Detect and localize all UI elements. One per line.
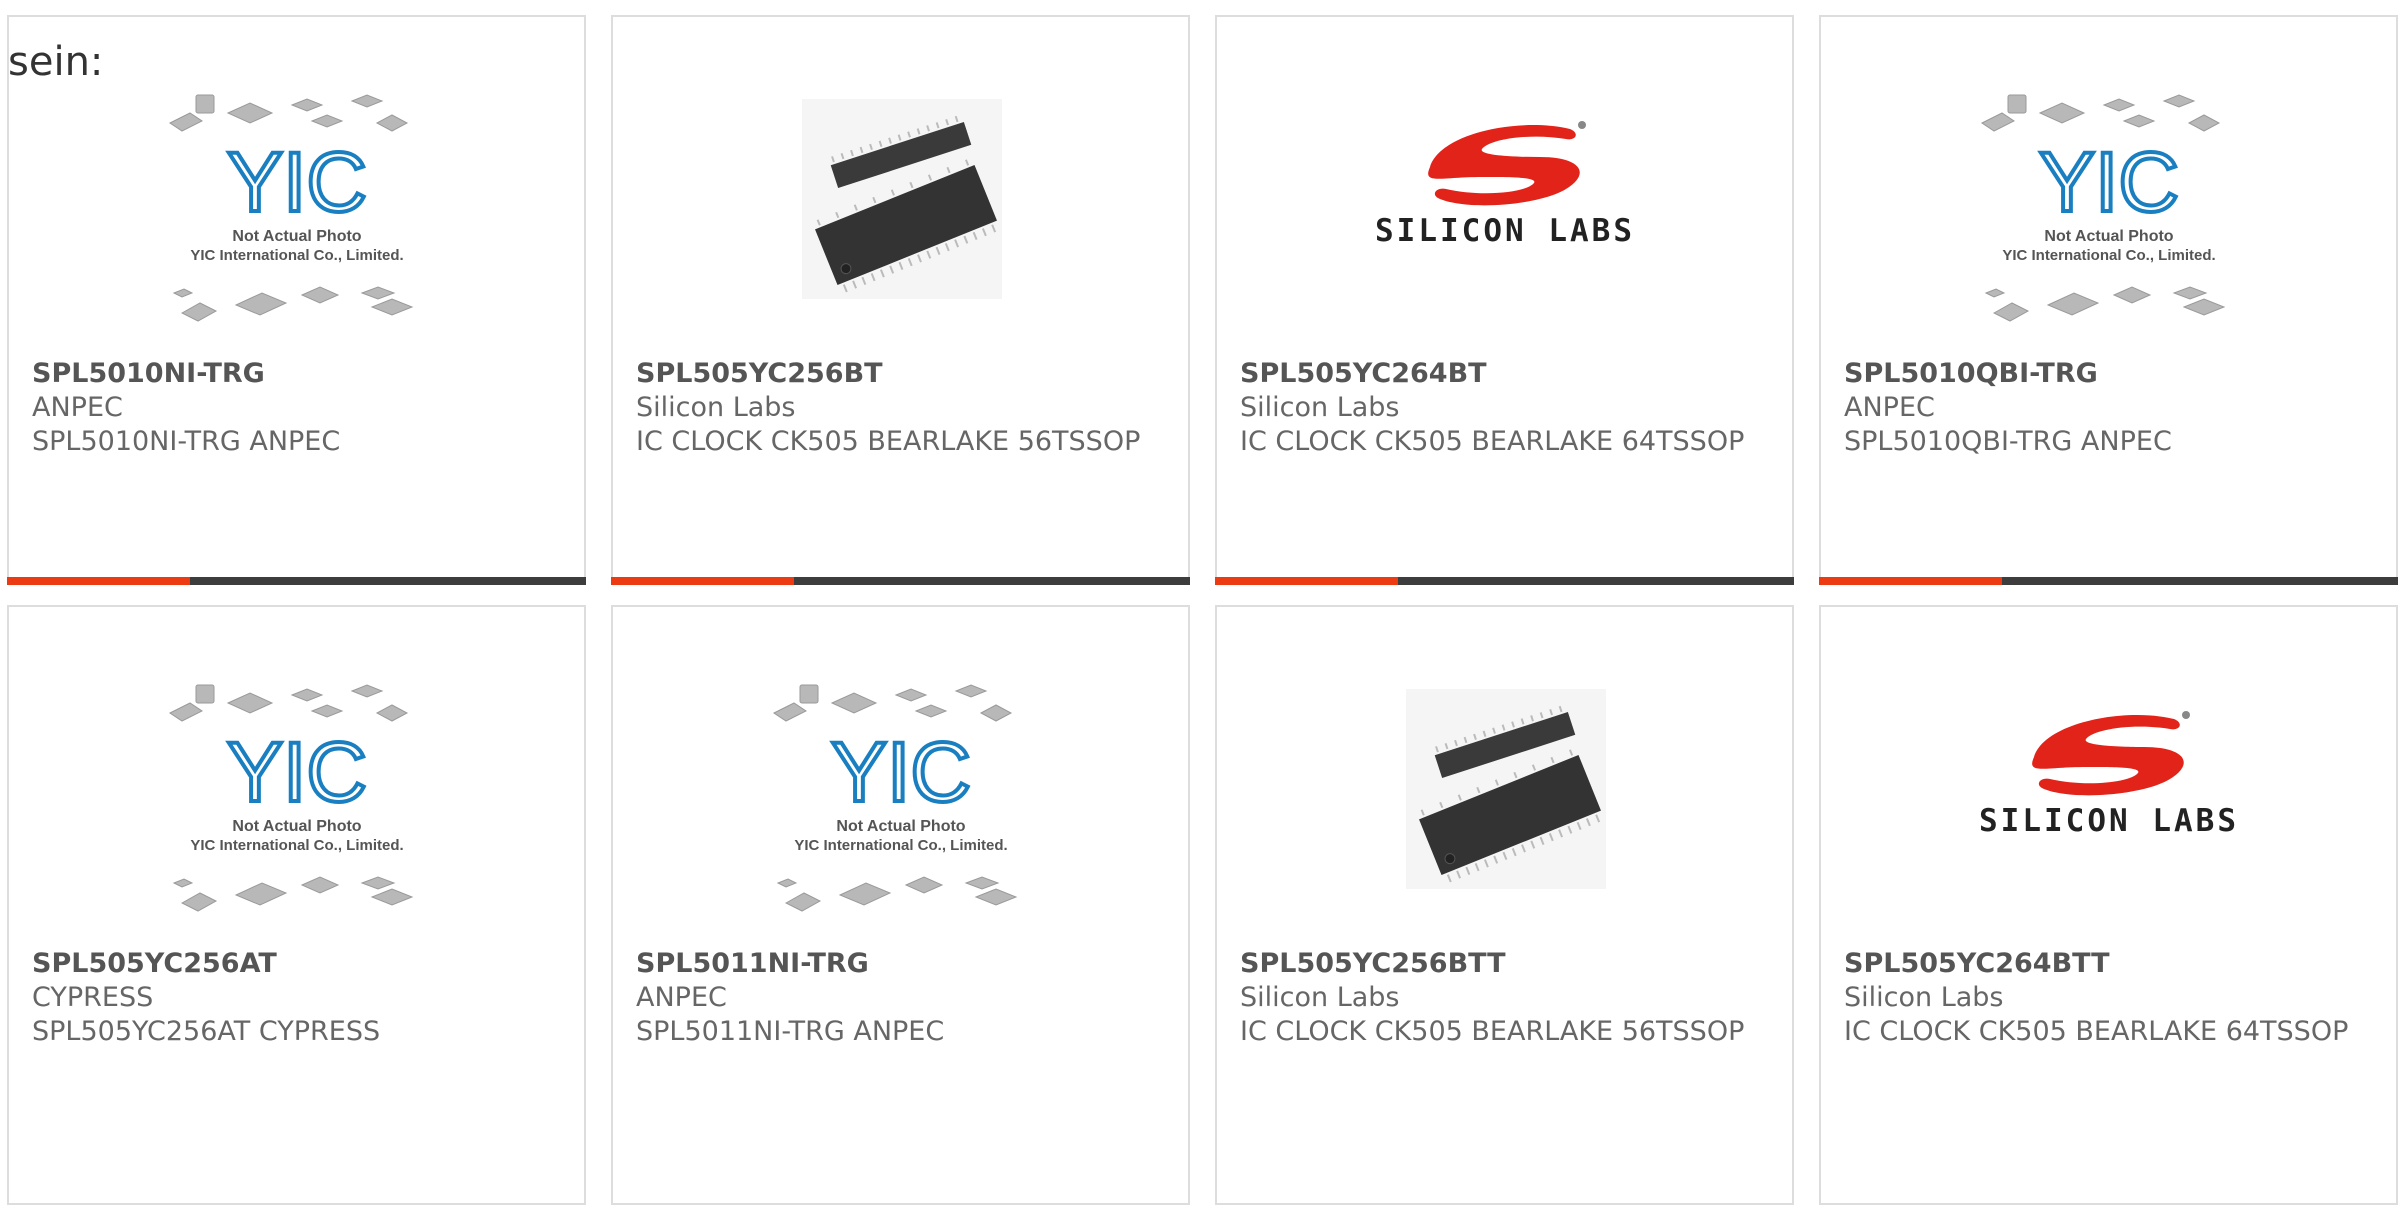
card-accent-bar [611, 577, 794, 585]
yic-company-text: YIC International Co., Limited. [2002, 247, 2215, 264]
yic-logo-text: YIC [2038, 135, 2178, 229]
yic-logo-text: YIC [830, 725, 970, 819]
card-bottom-bar [1215, 577, 1794, 585]
product-description: IC CLOCK CK505 BEARLAKE 64TSSOP [1240, 426, 1745, 457]
product-info: SPL5010NI-TRG ANPEC SPL5010NI-TRG ANPEC [32, 357, 564, 459]
product-description: SPL505YC256AT CYPRESS [32, 1016, 381, 1047]
product-manufacturer: ANPEC [636, 982, 727, 1013]
yic-company-text: YIC International Co., Limited. [190, 837, 403, 854]
tssop-chip-photo [1405, 689, 1606, 889]
product-description: SPL5011NI-TRG ANPEC [636, 1016, 945, 1047]
card-bottom-bar [7, 577, 586, 585]
silicon-labs-wordmark: SILICON LABS [1979, 803, 2239, 839]
product-part-number[interactable]: SPL505YC256BTT [1240, 947, 1772, 981]
card-bottom-bar [611, 577, 1190, 585]
yic-company-text: YIC International Co., Limited. [190, 247, 403, 264]
product-info: SPL505YC256BTT Silicon Labs IC CLOCK CK505… [1240, 947, 1772, 1049]
yic-placeholder-image: YIC Not Actual Photo YIC International C… [772, 684, 1017, 912]
product-description: SPL5010NI-TRG ANPEC [32, 426, 341, 457]
product-info: SPL5010QBI-TRG ANPEC SPL5010QBI-TRG ANPEC [1844, 357, 2376, 459]
not-actual-photo-text: Not Actual Photo [836, 818, 965, 835]
product-card[interactable]: SILICON LABS SPL505YC264BTT Silicon Labs I… [1819, 605, 2398, 1205]
silicon-labs-logo: SILICON LABS [1979, 711, 2239, 839]
not-actual-photo-text: Not Actual Photo [232, 818, 361, 835]
product-info: SPL505YC256AT CYPRESS SPL505YC256AT CYPRES… [32, 947, 564, 1049]
silicon-labs-logo: SILICON LABS [1375, 121, 1635, 249]
product-manufacturer: Silicon Labs [1240, 982, 1400, 1013]
not-actual-photo-text: Not Actual Photo [232, 228, 361, 245]
tssop-chip-photo [801, 99, 1002, 299]
product-part-number[interactable]: SPL5010NI-TRG [32, 357, 564, 391]
product-part-number[interactable]: SPL505YC256BT [636, 357, 1168, 391]
product-part-number[interactable]: SPL5010QBI-TRG [1844, 357, 2376, 391]
intro-text: sein: [8, 39, 104, 85]
yic-logo-text: YIC [226, 725, 366, 819]
product-part-number[interactable]: SPL505YC256AT [32, 947, 564, 981]
yic-placeholder-image: YIC Not Actual Photo YIC International C… [168, 684, 413, 912]
product-card[interactable]: YIC Not Actual Photo YIC International C… [611, 605, 1190, 1205]
product-manufacturer: Silicon Labs [1240, 392, 1400, 423]
product-card[interactable]: SPL505YC256BTT Silicon Labs IC CLOCK CK505… [1215, 605, 1794, 1205]
product-card[interactable]: YIC Not Actual Photo YIC International C… [7, 15, 586, 585]
product-part-number[interactable]: SPL5011NI-TRG [636, 947, 1168, 981]
yic-placeholder-image: YIC Not Actual Photo YIC International C… [1980, 94, 2225, 322]
card-accent-bar [1819, 577, 2002, 585]
product-manufacturer: CYPRESS [32, 982, 154, 1013]
product-card[interactable]: YIC Not Actual Photo YIC International C… [1819, 15, 2398, 585]
product-info: SPL505YC264BTT Silicon Labs IC CLOCK CK505… [1844, 947, 2376, 1049]
product-card[interactable]: YIC Not Actual Photo YIC International C… [7, 605, 586, 1205]
product-part-number[interactable]: SPL505YC264BTT [1844, 947, 2376, 981]
product-description: SPL5010QBI-TRG ANPEC [1844, 426, 2172, 457]
product-manufacturer: ANPEC [32, 392, 123, 423]
yic-company-text: YIC International Co., Limited. [794, 837, 1007, 854]
card-accent-bar [7, 577, 190, 585]
card-bottom-bar [1819, 577, 2398, 585]
product-manufacturer: Silicon Labs [636, 392, 796, 423]
product-description: IC CLOCK CK505 BEARLAKE 64TSSOP [1844, 1016, 2349, 1047]
product-part-number[interactable]: SPL505YC264BT [1240, 357, 1772, 391]
product-description: IC CLOCK CK505 BEARLAKE 56TSSOP [636, 426, 1141, 457]
product-info: SPL505YC256BT Silicon Labs IC CLOCK CK505 … [636, 357, 1168, 459]
product-card[interactable]: SPL505YC256BT Silicon Labs IC CLOCK CK505 … [611, 15, 1190, 585]
product-card[interactable]: SILICON LABS SPL505YC264BT Silicon Labs IC… [1215, 15, 1794, 585]
product-info: SPL505YC264BT Silicon Labs IC CLOCK CK505 … [1240, 357, 1772, 459]
silicon-labs-wordmark: SILICON LABS [1375, 213, 1635, 249]
product-manufacturer: ANPEC [1844, 392, 1935, 423]
product-info: SPL5011NI-TRG ANPEC SPL5011NI-TRG ANPEC [636, 947, 1168, 1049]
product-grid: sein: YIC Not Actual Photo YIC Internati… [0, 0, 2400, 1205]
yic-logo-text: YIC [226, 135, 366, 229]
yic-placeholder-image: YIC Not Actual Photo YIC International C… [168, 94, 413, 322]
not-actual-photo-text: Not Actual Photo [2044, 228, 2173, 245]
product-description: IC CLOCK CK505 BEARLAKE 56TSSOP [1240, 1016, 1745, 1047]
card-accent-bar [1215, 577, 1398, 585]
product-manufacturer: Silicon Labs [1844, 982, 2004, 1013]
